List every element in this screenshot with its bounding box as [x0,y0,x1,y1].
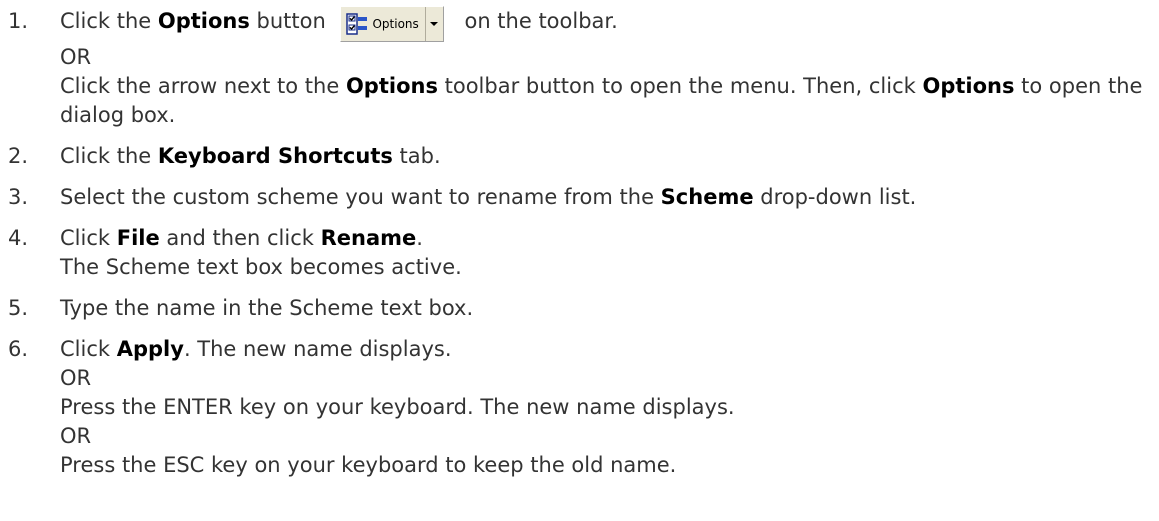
step-text: Select the custom scheme you want to ren… [60,185,916,209]
or-separator: OR [60,45,92,69]
text-segment: Click [60,226,117,250]
text-segment: . [416,226,423,250]
alternative-instruction: Click the arrow next to the Options tool… [60,72,1159,130]
instruction-steps: 1. Click the Options button Options on t… [0,0,1159,480]
ui-term-scheme: Scheme [660,185,754,209]
ui-term-keyboard-shortcuts: Keyboard Shortcuts [157,144,393,168]
text-segment: tab. [392,144,441,168]
text-segment: Click the [60,144,158,168]
or-separator: OR [60,366,92,390]
options-checklist-icon [346,13,368,35]
step-text: Type the name in the Scheme text box. [60,296,474,320]
step-number: 3. [8,185,29,209]
alternative-instruction: Press the ESC key on your keyboard to ke… [60,453,677,477]
step-6: 6. Click Apply. The new name displays. O… [0,335,1159,480]
step-number: 4. [8,226,29,250]
step-4: 4. Click File and then click Rename. The… [0,224,1159,282]
alternative-instruction: Press the ENTER key on your keyboard. Th… [60,395,735,419]
step-number: 5. [8,296,29,320]
text-segment: toolbar button to open the menu. Then, c… [437,74,923,98]
text-segment: and then click [159,226,321,250]
options-toolbar-button-image: Options [340,6,444,43]
text-segment: Click [60,337,117,361]
text-segment: Select the custom scheme you want to ren… [60,185,661,209]
text-segment: button [249,9,333,33]
ui-term-options: Options [157,9,250,33]
text-segment: drop-down list. [753,185,917,209]
step-text: Click the Options button Options on the … [60,6,618,42]
ui-term-file: File [116,226,160,250]
step-text: Click Apply. The new name displays. [60,337,452,361]
ui-term-options: Options [345,74,438,98]
options-button-label: Options [372,17,419,31]
step-5: 5. Type the name in the Scheme text box. [0,294,1159,323]
step-number: 1. [8,9,29,33]
dropdown-arrow-icon [426,7,443,41]
text-segment: . The new name displays. [183,337,452,361]
step-number: 2. [8,144,29,168]
text-segment: Click the arrow next to the [60,74,346,98]
step-result-note: The Scheme text box becomes active. [60,255,462,279]
step-1: 1. Click the Options button Options on t… [0,0,1159,130]
ui-term-apply: Apply [116,337,184,361]
ui-term-rename: Rename [320,226,417,250]
step-number: 6. [8,337,29,361]
step-text: Click File and then click Rename. [60,226,423,250]
step-3: 3. Select the custom scheme you want to … [0,183,1159,212]
text-segment: on the toolbar. [457,9,618,33]
or-separator: OR [60,424,92,448]
text-segment: Click the [60,9,158,33]
ui-term-options: Options [922,74,1015,98]
step-text: Click the Keyboard Shortcuts tab. [60,144,441,168]
step-2: 2. Click the Keyboard Shortcuts tab. [0,142,1159,171]
